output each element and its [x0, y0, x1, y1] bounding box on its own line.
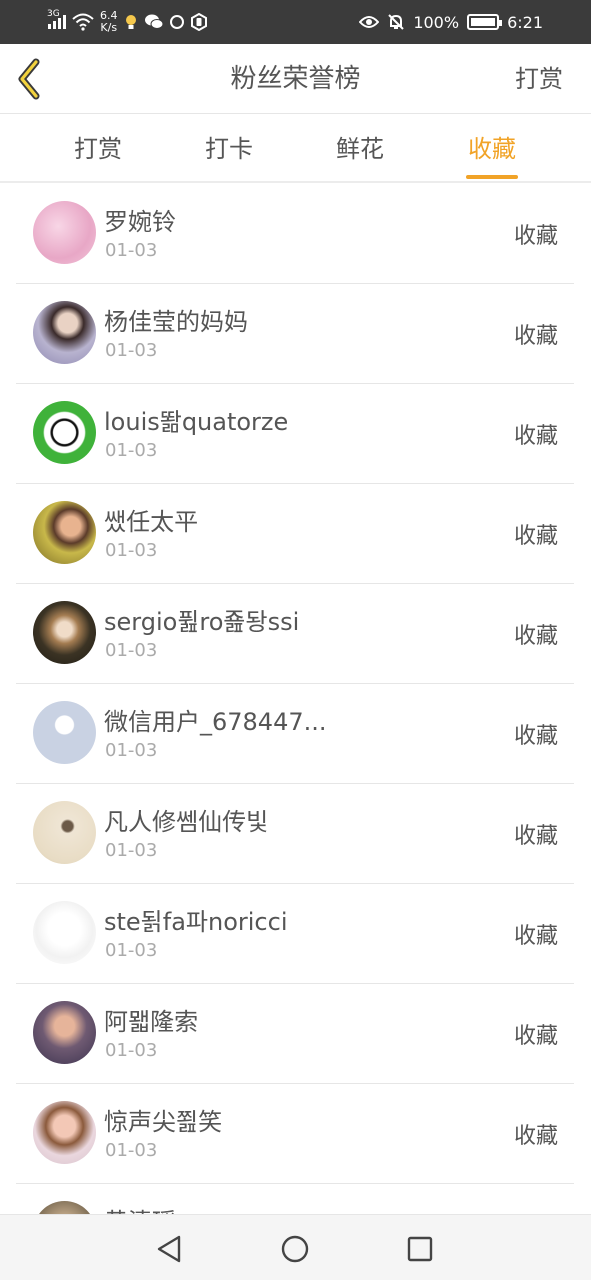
network-speed: 6.4 K/s	[100, 10, 118, 34]
list-type: 收藏	[513, 224, 558, 249]
list-date: 01-03	[105, 940, 158, 961]
list-item[interactable]: 黄清瑶	[16, 1184, 574, 1214]
avatar	[33, 501, 96, 564]
user-name: 杨佳莹的妈妈	[104, 308, 248, 336]
tab-flowers[interactable]: 鲜花	[310, 115, 410, 183]
list-type: 收藏	[513, 1024, 558, 1049]
status-bar: 3G 6.4 K/s 100% 6:21	[0, 0, 591, 44]
page-title: 粉丝荣誉榜	[230, 64, 361, 94]
clock: 6:21	[507, 12, 543, 32]
list-date: 01-03	[105, 240, 158, 261]
avatar	[33, 1001, 96, 1064]
app-header: 粉丝荣誉榜 打赏	[0, 44, 591, 114]
list-item[interactable]: 쌨任太平 01-03 收藏	[16, 484, 574, 584]
list-type: 收藏	[513, 324, 558, 349]
list-type: 收藏	[513, 924, 558, 949]
avatar	[33, 1201, 96, 1214]
tab-bar: 打赏 打卡 鲜花 收藏	[0, 115, 591, 183]
mute-bell-icon	[388, 14, 405, 30]
tab-reward[interactable]: 打赏	[48, 115, 148, 183]
avatar	[33, 801, 96, 864]
avatar	[33, 601, 96, 664]
eye-icon	[359, 16, 380, 28]
user-name: ste됡fa파noricci	[104, 908, 288, 936]
signal-icon: 3G	[47, 9, 66, 29]
tab-favorites[interactable]: 收藏	[442, 115, 542, 183]
home-circle-icon[interactable]	[277, 1231, 313, 1267]
list-item[interactable]: 凡人修쎔仙传빛 01-03 收藏	[16, 784, 574, 884]
list-item[interactable]: 阿뫫隆索 01-03 收藏	[16, 984, 574, 1084]
avatar	[33, 901, 96, 964]
avatar	[33, 701, 96, 764]
user-name: 黄清瑶	[104, 1202, 176, 1214]
recents-square-icon[interactable]	[402, 1231, 438, 1267]
battery-percent: 100%	[413, 12, 460, 32]
avatar	[33, 301, 96, 364]
wifi-icon	[72, 13, 94, 31]
list-type: 收藏	[513, 624, 558, 649]
avatar	[33, 201, 96, 264]
avatar	[33, 1101, 96, 1164]
list-item[interactable]: 微信用户_678447... 01-03 收藏	[16, 684, 574, 784]
list-item[interactable]: sergio퓚ro죮돵ssi 01-03 收藏	[16, 584, 574, 684]
fan-list: 罗婉铃 01-03 收藏 杨佳莹的妈妈 01-03 收藏 louis똶quato…	[0, 184, 591, 1214]
list-date: 01-03	[105, 640, 158, 661]
user-name: 凡人修쎔仙传빛	[104, 808, 269, 836]
user-name: 微信用户_678447...	[104, 708, 327, 736]
list-item[interactable]: louis똶quatorze 01-03 收藏	[16, 384, 574, 484]
list-type: 收藏	[513, 424, 558, 449]
list-type: 收藏	[513, 524, 558, 549]
list-date: 01-03	[105, 1040, 158, 1061]
wechat-icon	[144, 14, 163, 29]
list-item[interactable]: 罗婉铃 01-03 收藏	[16, 184, 574, 284]
back-triangle-icon[interactable]	[152, 1231, 188, 1267]
system-nav-bar	[0, 1214, 591, 1280]
list-type: 收藏	[513, 824, 558, 849]
list-date: 01-03	[105, 440, 158, 461]
tab-label: 打卡	[205, 135, 253, 163]
list-date: 01-03	[105, 340, 158, 361]
bulb-icon	[125, 15, 136, 29]
tab-label: 鲜花	[336, 135, 384, 163]
list-date: 01-03	[105, 740, 158, 761]
reward-button[interactable]: 打赏	[515, 44, 563, 114]
list-type: 收藏	[513, 1124, 558, 1149]
status-right: 100% 6:21	[359, 8, 543, 36]
user-name: 惊声尖쬞笑	[104, 1108, 223, 1136]
list-item[interactable]: 惊声尖쬞笑 01-03 收藏	[16, 1084, 574, 1184]
voice-icon	[169, 15, 184, 29]
battery-icon	[467, 14, 503, 30]
tab-label: 打赏	[74, 135, 122, 163]
speed-unit: K/s	[100, 21, 118, 34]
user-name: 罗婉铃	[104, 208, 176, 236]
tab-checkin[interactable]: 打卡	[179, 115, 279, 183]
list-type: 收藏	[513, 724, 558, 749]
status-left: 3G 6.4 K/s	[47, 8, 208, 36]
list-item[interactable]: ste됡fa파noricci 01-03 收藏	[16, 884, 574, 984]
avatar	[33, 401, 96, 464]
user-name: sergio퓚ro죮돵ssi	[104, 608, 300, 636]
list-item[interactable]: 杨佳莹的妈妈 01-03 收藏	[16, 284, 574, 384]
tab-label: 收藏	[468, 135, 516, 163]
hand-icon	[190, 13, 207, 31]
network-type: 3G	[47, 9, 60, 19]
user-name: 阿뫫隆索	[104, 1008, 199, 1036]
list-date: 01-03	[105, 840, 158, 861]
active-tab-indicator	[466, 175, 518, 179]
list-date: 01-03	[105, 1140, 158, 1161]
user-name: louis똶quatorze	[104, 408, 289, 436]
list-date: 01-03	[105, 540, 158, 561]
user-name: 쌨任太平	[104, 508, 199, 536]
